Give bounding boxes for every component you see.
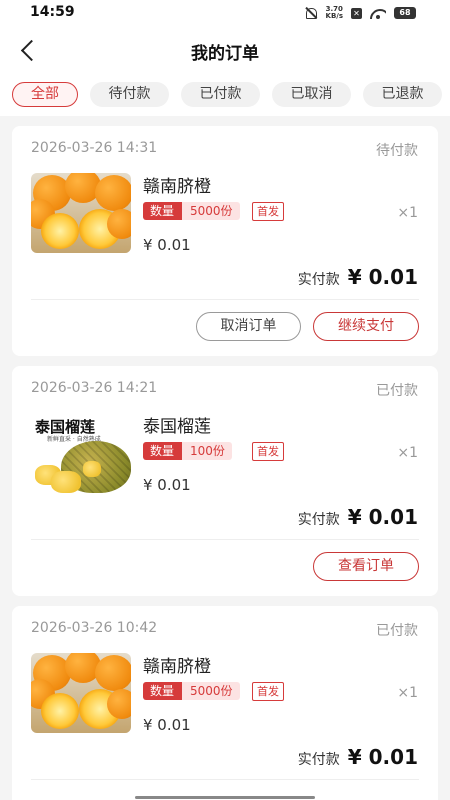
page-title: 我的订单 bbox=[191, 44, 259, 64]
status-bar: 14:59 3.70 KB/s ✕ 68 bbox=[0, 0, 450, 28]
tab-cancelled[interactable]: 已取消 bbox=[272, 82, 351, 107]
paid-label: 实付款 bbox=[297, 752, 340, 768]
product-name[interactable]: 赣南脐橙 bbox=[143, 652, 211, 677]
tab-paid[interactable]: 已付款 bbox=[181, 82, 260, 107]
item-count: ×1 bbox=[397, 445, 418, 461]
paid-row: 实付款 ¥ 0.01 bbox=[298, 505, 418, 529]
paid-label: 实付款 bbox=[297, 512, 340, 528]
no-sim-icon: ✕ bbox=[351, 7, 362, 19]
order-card[interactable]: 2026-03-26 14:31 待付款 赣南脐橙 数量 5000份 首发 ×1… bbox=[12, 126, 438, 356]
divider bbox=[31, 779, 419, 780]
network-speed-unit: KB/s bbox=[325, 12, 343, 20]
tab-all[interactable]: 全部 bbox=[12, 82, 78, 107]
quantity-label: 数量 bbox=[143, 442, 183, 460]
tab-refunded[interactable]: 已退款 bbox=[363, 82, 442, 107]
quantity-label: 数量 bbox=[143, 202, 183, 220]
order-card[interactable]: 2026-03-26 10:42 已付款 赣南脐橙 数量 5000份 首发 ×1… bbox=[12, 606, 438, 800]
first-release-badge: 首发 bbox=[252, 682, 284, 701]
paid-amount: ¥ 0.01 bbox=[347, 505, 418, 529]
unit-price: ¥ 0.01 bbox=[143, 476, 191, 494]
product-name[interactable]: 赣南脐橙 bbox=[143, 172, 211, 197]
order-status: 待付款 bbox=[376, 143, 418, 159]
mute-bell-icon bbox=[304, 7, 318, 19]
quantity-value: 5000份 bbox=[182, 202, 240, 220]
paid-amount: ¥ 0.01 bbox=[347, 745, 418, 769]
first-release-badge: 首发 bbox=[252, 442, 284, 461]
nav-bar: 我的订单 bbox=[0, 28, 450, 74]
quantity-tag: 数量 100份 bbox=[143, 442, 232, 460]
product-image-durian[interactable]: 泰国榴莲 新鲜直采 · 自然熟成 bbox=[31, 413, 131, 493]
status-time: 14:59 bbox=[30, 4, 75, 20]
paid-amount: ¥ 0.01 bbox=[347, 265, 418, 289]
tab-pending-payment[interactable]: 待付款 bbox=[90, 82, 169, 107]
divider bbox=[31, 299, 419, 300]
status-icons: 3.70 KB/s ✕ 68 bbox=[304, 6, 416, 20]
quantity-value: 5000份 bbox=[182, 682, 240, 700]
network-speed: 3.70 KB/s bbox=[326, 6, 343, 20]
quantity-tag: 数量 5000份 bbox=[143, 202, 240, 220]
order-status: 已付款 bbox=[376, 383, 418, 399]
order-card[interactable]: 2026-03-26 14:21 已付款 泰国榴莲 新鲜直采 · 自然熟成 泰国… bbox=[12, 366, 438, 596]
home-indicator bbox=[135, 796, 315, 799]
first-release-badge: 首发 bbox=[252, 202, 284, 221]
order-date: 2026-03-26 14:21 bbox=[31, 380, 158, 396]
product-image-orange[interactable] bbox=[31, 173, 131, 253]
view-order-button[interactable]: 查看订单 bbox=[313, 552, 419, 581]
order-status-tabs: 全部 待付款 已付款 已取消 已退款 bbox=[0, 74, 450, 116]
paid-row: 实付款 ¥ 0.01 bbox=[298, 265, 418, 289]
paid-row: 实付款 ¥ 0.01 bbox=[298, 745, 418, 769]
divider bbox=[31, 539, 419, 540]
continue-payment-button[interactable]: 继续支付 bbox=[313, 312, 419, 341]
item-count: ×1 bbox=[397, 685, 418, 701]
paid-label: 实付款 bbox=[297, 272, 340, 288]
cancel-order-button[interactable]: 取消订单 bbox=[196, 312, 301, 341]
quantity-label: 数量 bbox=[143, 682, 183, 700]
quantity-value: 100份 bbox=[182, 442, 232, 460]
unit-price: ¥ 0.01 bbox=[143, 236, 191, 254]
order-date: 2026-03-26 14:31 bbox=[31, 140, 158, 156]
quantity-tag: 数量 5000份 bbox=[143, 682, 240, 700]
order-date: 2026-03-26 10:42 bbox=[31, 620, 158, 636]
order-status: 已付款 bbox=[376, 623, 418, 639]
unit-price: ¥ 0.01 bbox=[143, 716, 191, 734]
wifi-icon bbox=[370, 7, 386, 19]
item-count: ×1 bbox=[397, 205, 418, 221]
product-name[interactable]: 泰国榴莲 bbox=[143, 412, 211, 437]
battery-icon: 68 bbox=[394, 7, 416, 19]
product-image-orange[interactable] bbox=[31, 653, 131, 733]
